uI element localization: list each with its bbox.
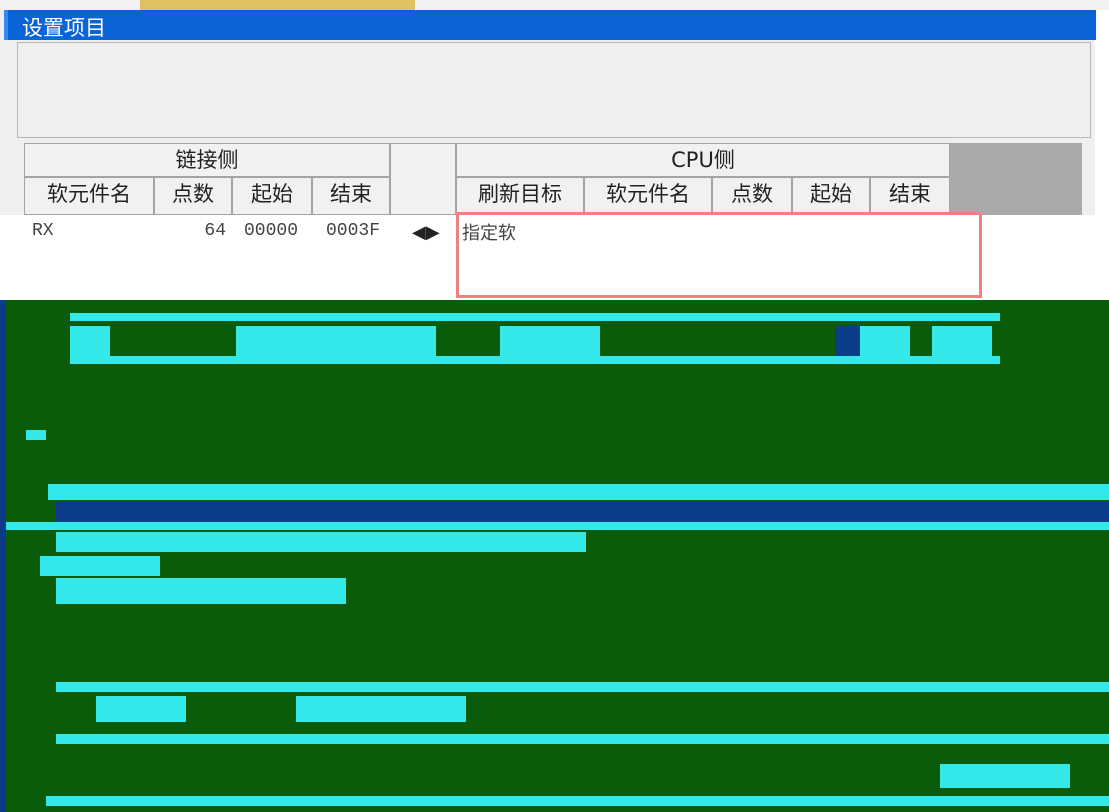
refresh-settings-grid: 链接侧 CPU侧 软元件名 点数 起始 结束 刷新目标 软元件名 点数 起始 结… — [24, 143, 1082, 215]
noise-block — [860, 326, 910, 356]
noise-band — [6, 522, 1109, 530]
top-strip — [0, 0, 1109, 10]
noise-block — [56, 578, 346, 604]
row-device-name[interactable]: RX — [32, 221, 54, 241]
window-title: 设置项目 — [22, 16, 106, 40]
noise-block — [940, 764, 1070, 788]
noise-block — [96, 696, 186, 722]
row-start[interactable]: 00000 — [244, 221, 298, 241]
col-points: 点数 — [154, 177, 232, 215]
col-cpu-points: 点数 — [712, 177, 792, 215]
title-bar: 设置项目 — [4, 10, 1096, 40]
noise-block — [296, 696, 466, 722]
noise-block — [26, 430, 46, 440]
noise-band — [46, 796, 1109, 806]
col-cpu-device-name: 软元件名 — [584, 177, 712, 215]
noise-band — [56, 502, 1109, 522]
row-points[interactable]: 64 — [180, 221, 226, 241]
refresh-target-highlight — [456, 212, 982, 298]
noise-edge — [0, 300, 6, 812]
top-strip-accent — [140, 0, 415, 10]
noise-band — [56, 734, 1109, 744]
cpu-side-header: CPU侧 — [456, 143, 950, 177]
grid-corner — [950, 143, 1082, 215]
noise-block — [236, 326, 436, 356]
noise-block — [835, 326, 860, 356]
col-cpu-end: 结束 — [870, 177, 950, 215]
noise-band — [48, 484, 1109, 500]
col-cpu-start: 起始 — [792, 177, 870, 215]
window-right-edge — [1095, 10, 1109, 215]
link-side-header: 链接侧 — [24, 143, 390, 177]
col-device-name: 软元件名 — [24, 177, 154, 215]
col-refresh-target: 刷新目标 — [456, 177, 584, 215]
noise-block — [500, 326, 600, 356]
noise-band — [56, 682, 1109, 692]
settings-panel — [17, 42, 1091, 138]
arrow-column-header — [390, 143, 456, 215]
noise-block — [40, 556, 160, 576]
col-end: 结束 — [312, 177, 390, 215]
noise-band — [70, 356, 1000, 364]
noise-block — [932, 326, 992, 356]
col-start: 起始 — [232, 177, 312, 215]
noise-block — [56, 532, 586, 552]
noise-block — [70, 326, 110, 356]
left-right-arrow-icon: ◀▶ — [412, 222, 440, 243]
noise-band — [70, 313, 1000, 321]
row-end[interactable]: 0003F — [326, 221, 380, 241]
